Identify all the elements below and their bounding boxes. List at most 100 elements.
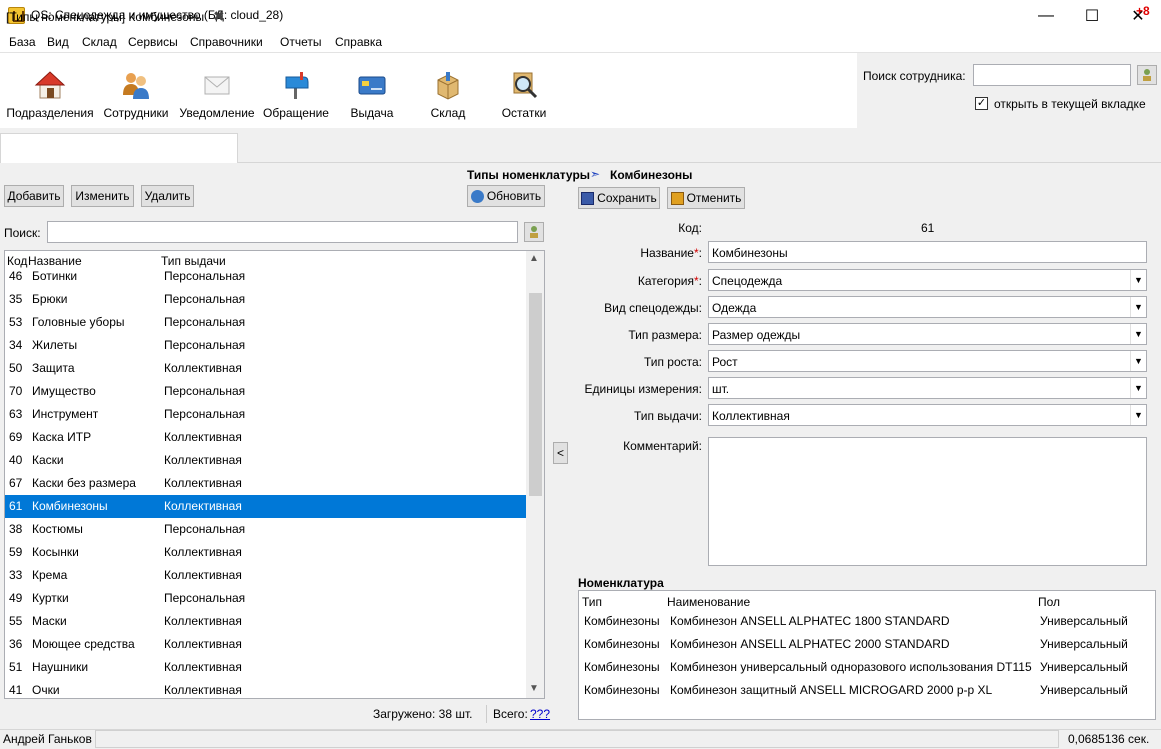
list-row[interactable]: 49 Куртки Персональная [5, 587, 527, 610]
list-row[interactable]: 63 Инструмент Персональная [5, 403, 527, 426]
add-button[interactable]: Добавить [4, 185, 64, 207]
row-code: 46 [9, 269, 23, 283]
comment-textarea[interactable] [708, 437, 1147, 566]
total-count-link[interactable]: ??? [530, 707, 550, 721]
row-issue-type: Персональная [164, 384, 246, 398]
toolbar-employees-button[interactable]: Сотрудники [101, 53, 171, 128]
nomenclature-row[interactable]: Комбинезоны Комбинезон защитный ANSELL MI… [579, 679, 1155, 702]
menu-view[interactable]: Вид [47, 35, 69, 49]
toolbar-notification-button[interactable]: Уведомление [177, 53, 257, 128]
refresh-button[interactable]: Обновить [467, 185, 545, 207]
cancel-button[interactable]: Отменить [667, 187, 745, 209]
search-label: Поиск: [4, 226, 41, 240]
column-header-gender[interactable]: Пол [1038, 595, 1060, 609]
list-row[interactable]: 55 Маски Коллективная [5, 610, 527, 633]
cancel-label: Отменить [686, 191, 742, 205]
units-select[interactable]: шт. ▼ [708, 377, 1147, 399]
menu-warehouse[interactable]: Склад [82, 35, 117, 49]
chevron-down-icon[interactable]: ▼ [1130, 324, 1146, 344]
column-header-type[interactable]: Тип [582, 595, 602, 609]
menu-reports[interactable]: Отчеты [280, 35, 321, 49]
employee-search-input[interactable] [973, 64, 1131, 86]
category-select[interactable]: Спецодежда ▼ [708, 269, 1147, 291]
height-type-label: Тип роста: [643, 355, 702, 369]
code-label: Код: [678, 221, 702, 235]
maximize-button[interactable]: ☐ [1069, 0, 1115, 31]
list-row[interactable]: 38 Костюмы Персональная [5, 518, 527, 541]
nom-type: Комбинезоны [584, 683, 660, 697]
menu-references[interactable]: Справочники [190, 35, 263, 49]
column-header-name[interactable]: Наименование [667, 595, 750, 609]
chevron-down-icon[interactable]: ▼ [1130, 297, 1146, 317]
search-input[interactable] [47, 221, 518, 243]
document-tab[interactable] [0, 133, 238, 163]
list-row[interactable]: 35 Брюки Персональная [5, 288, 527, 311]
chevron-down-icon[interactable]: ▼ [1130, 405, 1146, 425]
row-code: 51 [9, 660, 23, 674]
nom-name: Комбинезон ANSELL ALPHATEC 2000 STANDARD [670, 637, 950, 651]
list-row[interactable]: 36 Моющее средства Коллективная [5, 633, 527, 656]
list-row[interactable]: 69 Каска ИТР Коллективная [5, 426, 527, 449]
list-row[interactable]: 70 Имущество Персональная [5, 380, 527, 403]
open-in-tab-checkbox[interactable]: ✓ [975, 97, 988, 110]
toolbar-label: Уведомление [179, 106, 255, 120]
status-user: Андрей Ганьков [3, 732, 92, 746]
menu-base[interactable]: База [9, 35, 36, 49]
status-time: 0,0685136 сек. [1068, 732, 1150, 746]
breadcrumb-parent: Типы номенклатуры [467, 168, 591, 182]
employee-search-button[interactable] [1137, 65, 1157, 85]
house-icon [34, 71, 66, 99]
nomenclature-table[interactable]: Тип Наименование Пол Комбинезоны Комбинез… [578, 590, 1156, 720]
row-name: Брюки [32, 292, 68, 306]
list-row[interactable]: 46 Ботинки Персональная [5, 265, 527, 288]
name-field[interactable]: Комбинезоны [708, 241, 1147, 263]
row-code: 41 [9, 683, 23, 697]
delete-button[interactable]: Удалить [141, 185, 194, 207]
nomenclature-row[interactable]: Комбинезоны Комбинезон ANSELL ALPHATEC 20… [579, 633, 1155, 656]
edit-button[interactable]: Изменить [71, 185, 134, 207]
clothing-kind-label: Вид спецодежды: [604, 301, 702, 315]
size-type-value: Размер одежды [712, 328, 801, 342]
list-row[interactable]: 41 Очки Коллективная [5, 679, 527, 698]
name-label-text: Название [640, 246, 694, 260]
list-row[interactable]: 50 Защита Коллективная [5, 357, 527, 380]
close-tab-icon[interactable]: ✖ [213, 8, 225, 25]
nomenclature-row[interactable]: Комбинезоны Комбинезон ANSELL ALPHATEC 18… [579, 610, 1155, 633]
list-row[interactable]: 59 Косынки Коллективная [5, 541, 527, 564]
issue-type-value: Коллективная [712, 409, 790, 423]
save-button[interactable]: Сохранить [578, 187, 660, 209]
list-row[interactable]: 34 Жилеты Персональная [5, 334, 527, 357]
nomenclature-row[interactable]: Комбинезоны Комбинезон универсальный одно… [579, 656, 1155, 679]
toolbar-departments-button[interactable]: Подразделения [5, 53, 95, 128]
category-label-text: Категория [637, 274, 694, 288]
clothing-kind-select[interactable]: Одежда ▼ [708, 296, 1147, 318]
nomenclature-types-list[interactable]: Код Название Тип выдачи 46 Ботинки Персона… [4, 250, 545, 699]
list-row[interactable]: 51 Наушники Коллективная [5, 656, 527, 679]
row-issue-type: Персональная [164, 522, 246, 536]
notification-badge[interactable]: +8 [1136, 4, 1150, 18]
toolbar-warehouse-button[interactable]: Склад [413, 53, 483, 128]
breadcrumb-current: Комбинезоны [610, 168, 693, 182]
menu-help[interactable]: Справка [335, 35, 382, 49]
row-code: 59 [9, 545, 23, 559]
scroll-down-icon[interactable]: ▼ [529, 683, 539, 694]
list-row[interactable]: 61 Комбинезоны Коллективная [5, 495, 527, 518]
chevron-down-icon[interactable]: ▼ [1130, 378, 1146, 398]
size-type-select[interactable]: Размер одежды ▼ [708, 323, 1147, 345]
list-row[interactable]: 67 Каски без размера Коллективная [5, 472, 527, 495]
chevron-down-icon[interactable]: ▼ [1130, 270, 1146, 290]
toolbar-stock-button[interactable]: Остатки [489, 53, 559, 128]
chevron-down-icon[interactable]: ▼ [1130, 351, 1146, 371]
toolbar-issue-button[interactable]: Выдача [337, 53, 407, 128]
row-issue-type: Персональная [164, 269, 246, 283]
menu-services[interactable]: Сервисы [128, 35, 178, 49]
list-row[interactable]: 33 Крема Коллективная [5, 564, 527, 587]
row-issue-type: Коллективная [164, 453, 242, 467]
height-type-select[interactable]: Рост ▼ [708, 350, 1147, 372]
toolbar-request-button[interactable]: Обращение [261, 53, 331, 128]
list-row[interactable]: 40 Каски Коллективная [5, 449, 527, 472]
minimize-button[interactable]: — [1023, 0, 1069, 31]
list-row[interactable]: 53 Головные уборы Персональная [5, 311, 527, 334]
issue-type-select[interactable]: Коллективная ▼ [708, 404, 1147, 426]
nom-gender: Универсальный [1040, 614, 1128, 628]
